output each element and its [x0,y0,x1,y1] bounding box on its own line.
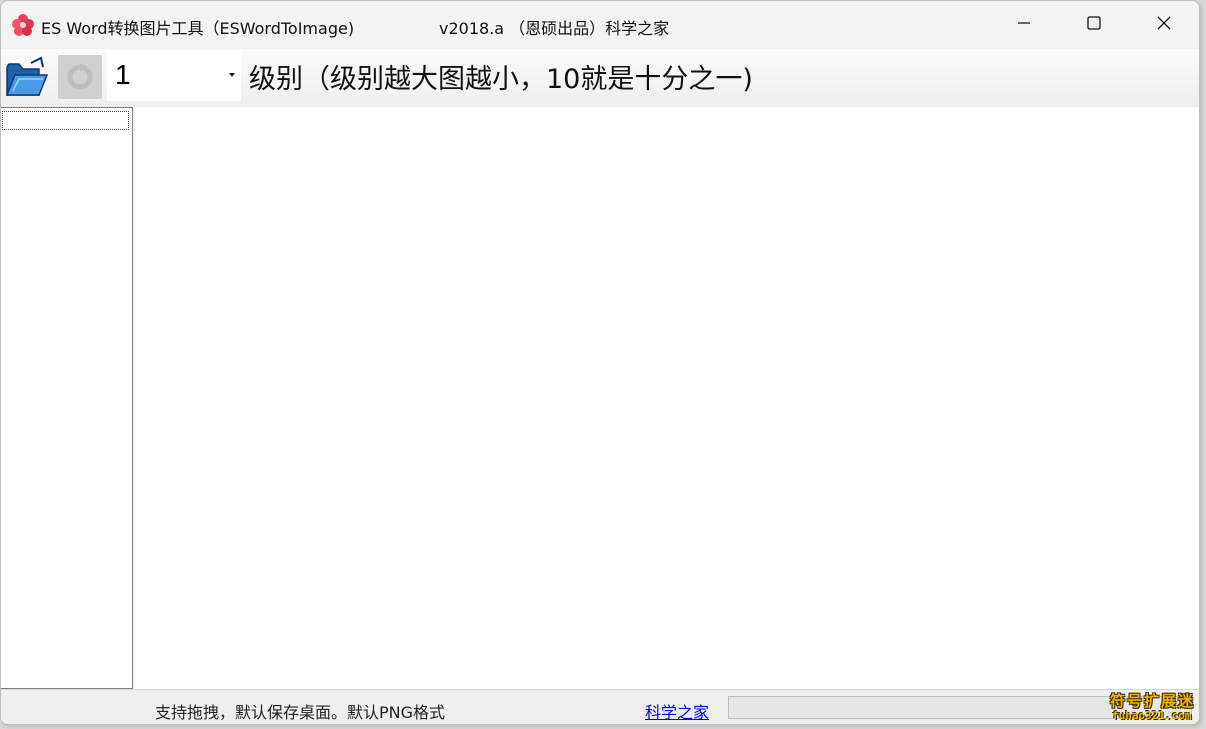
home-link[interactable]: 科学之家 [645,699,709,723]
maximize-button[interactable] [1059,1,1129,49]
minimize-icon [1016,15,1032,35]
convert-button[interactable] [58,55,102,99]
level-label: 级别（级别越大图越小，10就是十分之一) [249,64,753,95]
main-window: ES Word转换图片工具（ESWordToImage) v2018.a （恩硕… [0,0,1200,725]
watermark-title: 符号扩展迷 [1110,692,1196,710]
level-select[interactable]: 1 [107,51,241,101]
watermark-logo: 符号扩展迷 fuhao321.com [1106,690,1206,724]
minimize-button[interactable] [989,1,1059,49]
flower-app-icon [11,13,35,37]
close-button[interactable] [1129,1,1199,49]
list-focus-item[interactable] [2,111,129,130]
chevron-down-icon [229,73,235,77]
convert-icon [58,63,102,103]
folder-open-icon [3,56,49,103]
watermark-url: fuhao321.com [1112,709,1192,722]
maximize-icon [1086,15,1102,35]
close-icon [1156,15,1172,35]
level-select-value: 1 [115,59,131,90]
window-version-info: v2018.a （恩硕出品）科学之家 [439,19,670,38]
title-bar[interactable]: ES Word转换图片工具（ESWordToImage) v2018.a （恩硕… [1,1,1199,49]
preview-area[interactable] [135,107,1199,689]
open-file-button[interactable] [3,55,51,101]
status-bar: 支持拖拽，默认保存桌面。默认PNG格式 科学之家 [1,689,1199,724]
toolbar: 1 级别（级别越大图越小，10就是十分之一) [1,49,1199,107]
file-list[interactable] [1,107,133,689]
window-title: ES Word转换图片工具（ESWordToImage) [41,19,355,38]
status-hint: 支持拖拽，默认保存桌面。默认PNG格式 [155,703,446,722]
